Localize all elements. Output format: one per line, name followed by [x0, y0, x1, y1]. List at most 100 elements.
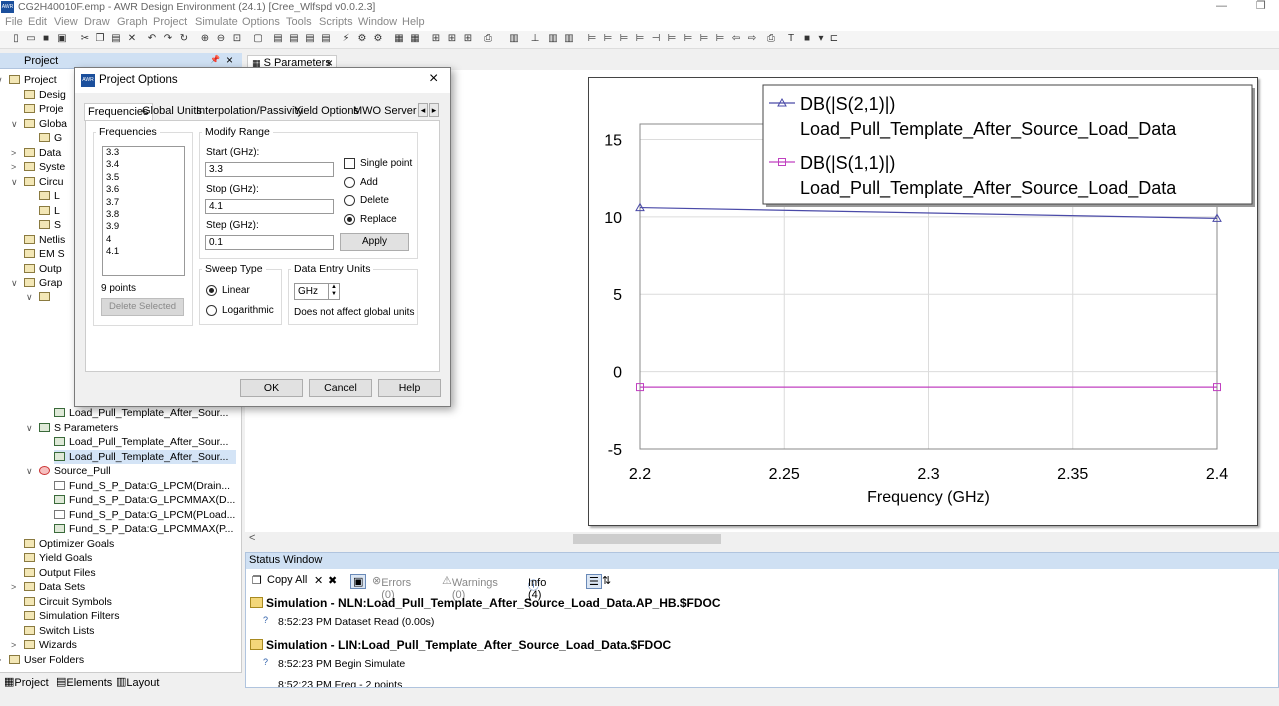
- tree-item[interactable]: Output Files: [24, 566, 236, 580]
- layout-icon[interactable]: ▥: [508, 33, 520, 45]
- delete-radio[interactable]: [344, 195, 355, 206]
- zoom-fit-icon[interactable]: ⊡: [231, 33, 243, 45]
- chevron-down-icon[interactable]: ∨: [0, 73, 6, 87]
- tree-item[interactable]: Simulation Filters: [24, 609, 236, 623]
- project-item-icon[interactable]: ▤: [288, 33, 300, 45]
- align-icon[interactable]: ⊨: [666, 33, 678, 45]
- units-spinner[interactable]: GHz ▲ ▼: [294, 283, 340, 300]
- simulate-icon[interactable]: ⚡: [340, 33, 352, 45]
- tab-scroll-right-icon[interactable]: ▸: [429, 103, 439, 117]
- step-input[interactable]: 0.1: [205, 235, 334, 250]
- warnings-filter[interactable]: ⚠ Warnings (0): [442, 574, 498, 601]
- marker-icon[interactable]: ⊞: [446, 33, 458, 45]
- chevron-right-icon[interactable]: >: [11, 638, 21, 652]
- menu-help[interactable]: Help: [402, 16, 425, 28]
- menu-tools[interactable]: Tools: [286, 16, 312, 28]
- single-point-checkbox[interactable]: [344, 158, 355, 169]
- group-icon[interactable]: ☰: [586, 574, 602, 589]
- menu-project[interactable]: Project: [153, 16, 187, 28]
- align-icon[interactable]: ⊨: [602, 33, 614, 45]
- clear-icon[interactable]: ✕: [314, 574, 323, 587]
- chevron-down-icon[interactable]: ∨: [11, 117, 21, 131]
- list-item[interactable]: 3.5: [103, 172, 184, 184]
- pin-icon[interactable]: 📌: [210, 55, 220, 64]
- align-icon[interactable]: ⊨: [586, 33, 598, 45]
- redo-icon[interactable]: ↷: [162, 33, 174, 45]
- list-item[interactable]: 4: [103, 234, 184, 246]
- print-icon[interactable]: ⎙: [765, 33, 777, 45]
- tree-item[interactable]: Optimizer Goals: [24, 537, 236, 551]
- save-all-icon[interactable]: ▣: [56, 33, 68, 45]
- tab-mwo-server[interactable]: MWO Server S: [353, 105, 419, 117]
- align-icon[interactable]: ⊨: [682, 33, 694, 45]
- chevron-right-icon[interactable]: >: [11, 580, 21, 594]
- forward-icon[interactable]: ⇨: [746, 33, 758, 45]
- link-icon[interactable]: ⊏: [828, 33, 840, 45]
- cut-icon[interactable]: ✂: [79, 33, 91, 45]
- menu-graph[interactable]: Graph: [117, 16, 148, 28]
- tree-item[interactable]: Yield Goals: [24, 551, 236, 565]
- save-icon[interactable]: ■: [40, 33, 52, 45]
- undo-icon[interactable]: ↶: [146, 33, 158, 45]
- menu-draw[interactable]: Draw: [84, 16, 110, 28]
- copy-icon[interactable]: ❐: [252, 574, 262, 587]
- tab-yield-options[interactable]: Yield Options: [294, 105, 359, 117]
- list-item[interactable]: 3.8: [103, 209, 184, 221]
- project-item-icon[interactable]: ▤: [320, 33, 332, 45]
- spinner-arrows-icon[interactable]: ▲ ▼: [328, 284, 339, 299]
- tree-item[interactable]: Switch Lists: [24, 624, 236, 638]
- logarithmic-radio[interactable]: [206, 305, 217, 316]
- close-icon[interactable]: ×: [429, 70, 438, 88]
- start-input[interactable]: 3.3: [205, 162, 334, 177]
- clear-all-icon[interactable]: ✖: [328, 574, 337, 587]
- tab-global-units[interactable]: Global Units: [142, 105, 202, 117]
- tree-item[interactable]: Load_Pull_Template_After_Sour...: [54, 435, 236, 449]
- errors-filter[interactable]: ⊗ Errors (0): [372, 574, 411, 601]
- chevron-down-icon[interactable]: ∨: [26, 464, 36, 478]
- tree-item[interactable]: Load_Pull_Template_After_Sour...: [54, 406, 236, 420]
- project-item-icon[interactable]: ▤: [304, 33, 316, 45]
- tree-item[interactable]: ∨ Source_Pull: [26, 464, 236, 478]
- apply-button[interactable]: Apply: [340, 233, 409, 251]
- text-icon[interactable]: T: [785, 33, 797, 45]
- help-button[interactable]: Help: [378, 379, 441, 397]
- chevron-down-icon[interactable]: ∨: [11, 276, 21, 290]
- tab-project[interactable]: ▦ Project: [4, 675, 49, 689]
- stop-input[interactable]: 4.1: [205, 199, 334, 214]
- chart-legend[interactable]: DB(|S(2,1)|) Load_Pull_Template_After_Sou…: [762, 84, 1255, 207]
- marker-icon[interactable]: ⊞: [462, 33, 474, 45]
- close-icon[interactable]: ×: [226, 53, 233, 67]
- tree-item[interactable]: > Data Sets: [11, 580, 236, 594]
- fill-icon[interactable]: ■: [801, 33, 813, 45]
- chevron-down-icon[interactable]: ∨: [26, 421, 36, 435]
- graph-icon[interactable]: ▦: [409, 33, 421, 45]
- menu-window[interactable]: Window: [358, 16, 397, 28]
- tune-icon[interactable]: ⚙: [356, 33, 368, 45]
- tab-layout[interactable]: ▥ Layout: [116, 675, 159, 689]
- tab-interpolation-passivity[interactable]: Interpolation/Passivity: [196, 105, 303, 117]
- list-item[interactable]: 4.1: [103, 246, 184, 258]
- element-icon[interactable]: ▢: [252, 33, 264, 45]
- align-icon[interactable]: ⊣: [650, 33, 662, 45]
- replace-radio[interactable]: [344, 214, 355, 225]
- ok-button[interactable]: OK: [240, 379, 303, 397]
- align-icon[interactable]: ⊨: [634, 33, 646, 45]
- list-item[interactable]: 3.4: [103, 159, 184, 171]
- menu-edit[interactable]: Edit: [28, 16, 47, 28]
- sort-icon[interactable]: ⇅: [602, 574, 611, 587]
- chevron-right-icon[interactable]: >: [11, 146, 21, 160]
- cancel-button[interactable]: Cancel: [309, 379, 372, 397]
- chevron-right-icon[interactable]: >: [11, 160, 21, 174]
- layout-icon[interactable]: ▥: [547, 33, 559, 45]
- delete-icon[interactable]: ✕: [126, 33, 138, 45]
- filter-icon[interactable]: ▣: [350, 574, 367, 589]
- open-icon[interactable]: ▭: [25, 33, 37, 45]
- tree-item[interactable]: > Wizards: [11, 638, 236, 652]
- menu-view[interactable]: View: [54, 16, 78, 28]
- tree-item[interactable]: Fund_S_P_Data:G_LPCM(Drain...: [54, 479, 236, 493]
- dropdown-icon[interactable]: ▾: [815, 33, 827, 45]
- refresh-icon[interactable]: ↻: [178, 33, 190, 45]
- zoom-in-icon[interactable]: ⊕: [199, 33, 211, 45]
- graph-icon[interactable]: ▦: [393, 33, 405, 45]
- chevron-right-icon[interactable]: >: [0, 653, 6, 667]
